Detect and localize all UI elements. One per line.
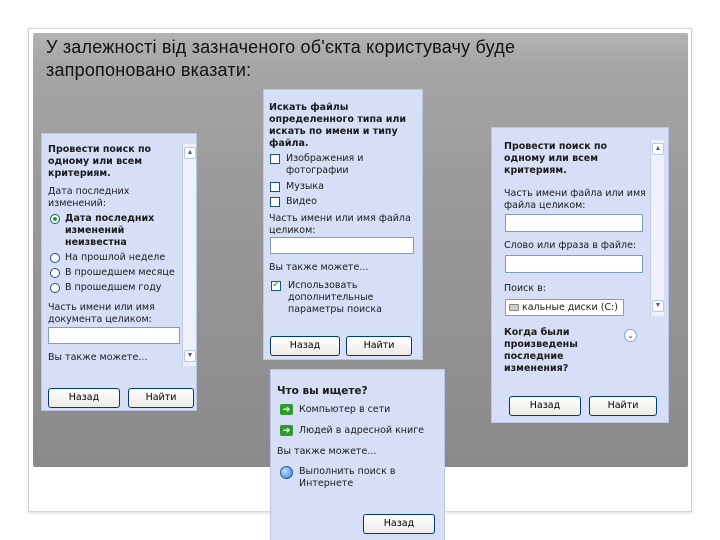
option-network-computer[interactable]: Компьютер в сети: [299, 404, 390, 416]
checkbox-advanced[interactable]: [271, 279, 281, 291]
checkbox-video[interactable]: [270, 197, 280, 207]
arrow-right-icon: ➔: [280, 404, 293, 415]
type-music: Музыка: [286, 181, 324, 192]
date-label-l2: изменений:: [48, 198, 107, 209]
option-address-book[interactable]: Людей в адресной книге: [299, 425, 424, 437]
pane-left-header-l3: критериям.: [48, 168, 111, 179]
find-button-middle[interactable]: Найти: [346, 336, 412, 356]
file-name-label-l2: целиком:: [269, 225, 316, 236]
radio-date-unknown[interactable]: [50, 214, 60, 224]
type-video: Видео: [286, 196, 317, 207]
when-l3: последние: [504, 351, 564, 362]
phrase-input[interactable]: [505, 255, 643, 273]
scroll-up-icon[interactable]: ▲: [184, 147, 196, 159]
radio-last-year[interactable]: [50, 283, 60, 293]
part-name-label-l2: файла целиком:: [504, 200, 586, 211]
pane-right-header-l1: Провести поиск по: [504, 141, 608, 152]
name-label-l2: документа целиком:: [48, 314, 152, 325]
radio-last-month[interactable]: [50, 268, 60, 278]
also-label-bottom: Вы также можете...: [277, 446, 377, 457]
document-name-input[interactable]: [48, 327, 180, 344]
type-images-l2: фотографии: [286, 165, 349, 176]
pane-right-header-l3: критериям.: [504, 165, 567, 176]
find-button-right[interactable]: Найти: [589, 396, 657, 416]
scroll-up-icon[interactable]: ▲: [652, 143, 664, 155]
lookin-value: кальные диски (C:): [522, 302, 618, 313]
slide-title: У залежності від зазначеного об'єкта кор…: [46, 36, 646, 82]
pane-mid-header-l1: Искать файлы: [269, 102, 349, 113]
lookin-select[interactable]: кальные диски (C:): [505, 299, 624, 316]
back-button-right[interactable]: Назад: [509, 396, 581, 416]
advanced-l1: Использовать: [288, 280, 358, 291]
scrollbar-right[interactable]: ▲ ▼: [650, 140, 664, 316]
option-last-week: На прошлой неделе: [65, 252, 166, 263]
when-l2: произведены: [504, 339, 578, 350]
search-pane-right: Провести поиск по одному или всем критер…: [491, 127, 669, 423]
lookin-label: Поиск в:: [504, 283, 546, 294]
when-l4: изменения?: [504, 363, 569, 373]
what-question: Что вы ищете?: [277, 385, 368, 397]
internet-search-l2[interactable]: Интернете: [299, 478, 353, 490]
back-button-middle[interactable]: Назад: [270, 336, 340, 356]
when-l1: Когда были: [504, 327, 570, 338]
type-images-l1: Изображения и: [286, 153, 364, 164]
option-date-unknown-l1: Дата последних: [65, 213, 155, 224]
option-last-year: В прошедшем году: [65, 282, 162, 293]
scroll-down-icon[interactable]: ▼: [184, 350, 196, 362]
pane-mid-header-l3: искать по имени и типу: [269, 126, 398, 137]
search-pane-middle: Искать файлы определенного типа или иска…: [263, 89, 423, 360]
back-button-left[interactable]: Назад: [48, 388, 120, 408]
pane-left-header-l1: Провести поиск по: [48, 144, 152, 155]
search-pane-bottom: Что вы ищете? ➔ Компьютер в сети ➔ Людей…: [270, 369, 445, 540]
part-name-label-l1: Часть имени файла или имя: [504, 188, 646, 199]
search-pane-left: Провести поиск по одному или всем критер…: [41, 133, 197, 411]
option-date-unknown-l2: изменений: [65, 225, 125, 236]
option-date-unknown-l3: неизвестна: [65, 237, 127, 248]
chevron-down-icon[interactable]: ⌄: [624, 329, 637, 342]
radio-last-week[interactable]: [50, 253, 60, 263]
file-name-input[interactable]: [270, 237, 414, 254]
also-label-left: Вы также можете...: [48, 352, 148, 363]
phrase-label: Слово или фраза в файле:: [504, 240, 637, 251]
date-label-l1: Дата последних: [48, 186, 130, 197]
option-last-month: В прошедшем месяце: [65, 267, 175, 278]
scrollbar-left[interactable]: ▲ ▼: [182, 144, 196, 366]
pane-left-header-l2: одному или всем: [48, 156, 142, 167]
slide-title-line-1: У залежності від зазначеного об'єкта кор…: [46, 37, 516, 57]
slide-title-line-2: запропоновано вказати:: [46, 60, 252, 80]
internet-search-l1[interactable]: Выполнить поиск в: [299, 466, 395, 478]
checkbox-music[interactable]: [270, 182, 280, 192]
also-label-middle: Вы также можете...: [269, 262, 369, 273]
drive-icon: [509, 304, 519, 311]
advanced-l3: параметры поиска: [288, 304, 382, 315]
part-name-input[interactable]: [505, 214, 643, 232]
pane-mid-header-l4: файла.: [269, 138, 309, 149]
pane-mid-header-l2: определенного типа или: [269, 114, 407, 125]
find-button-left[interactable]: Найти: [128, 388, 194, 408]
checkbox-images[interactable]: [270, 154, 280, 164]
internet-search-icon: [280, 466, 293, 479]
file-name-label-l1: Часть имени или имя файла: [269, 213, 411, 224]
name-label-l1: Часть имени или имя: [48, 302, 155, 313]
back-button-bottom[interactable]: Назад: [363, 514, 435, 534]
scroll-down-icon[interactable]: ▼: [652, 300, 664, 312]
advanced-l2: дополнительные: [288, 292, 374, 303]
pane-right-header-l2: одному или всем: [504, 153, 598, 164]
arrow-right-icon: ➔: [280, 425, 293, 436]
